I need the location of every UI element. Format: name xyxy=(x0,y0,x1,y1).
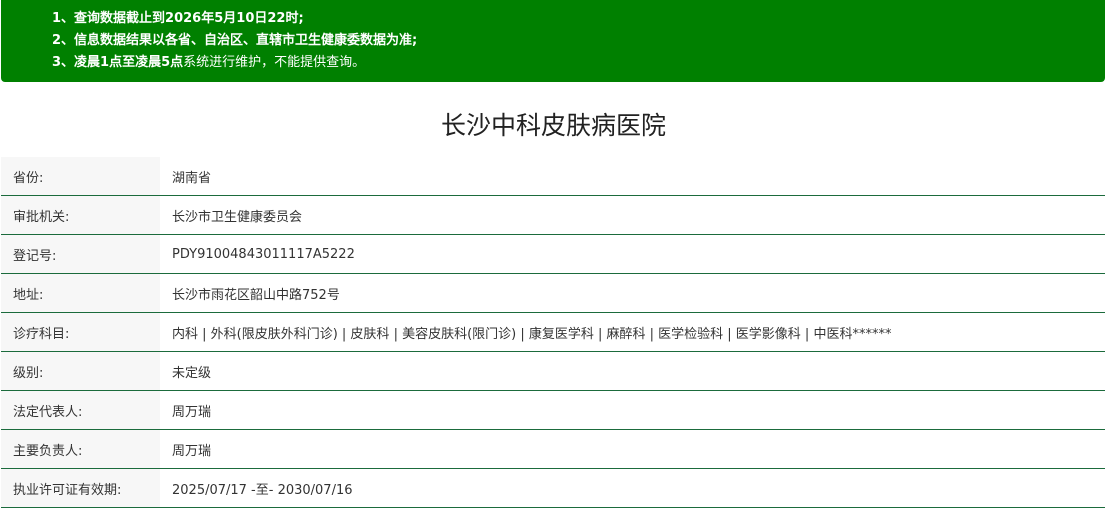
field-label-departments: 诊疗科目: xyxy=(1,312,160,352)
notice-line-3-bold-text: 凌晨1点至凌晨5点 xyxy=(74,55,184,70)
notice-line-1-number: 1、 xyxy=(52,11,75,26)
field-label-address: 地址: xyxy=(1,273,160,313)
table-row: 登记号: PDY91004843011117A5222 xyxy=(1,234,1105,274)
notice-line-2-number: 2、 xyxy=(52,33,75,48)
field-value-level: 未定级 xyxy=(160,351,1105,391)
table-row: 诊疗科目: 内科 | 外科(限皮肤外科门诊) | 皮肤科 | 美容皮肤科(限门诊… xyxy=(1,312,1105,352)
field-value-license-validity: 2025/07/17 -至- 2030/07/16 xyxy=(160,468,1105,508)
notice-line-3: 3、凌晨1点至凌晨5点系统进行维护，不能提供查询。 xyxy=(52,52,1105,74)
table-row: 法定代表人: 周万瑞 xyxy=(1,390,1105,430)
notice-banner: 1、查询数据截止到2026年5月10日22时; 2、信息数据结果以各省、自治区、… xyxy=(1,0,1105,82)
table-row: 执业许可证有效期: 2025/07/17 -至- 2030/07/16 xyxy=(1,468,1105,508)
field-value-legal-representative: 周万瑞 xyxy=(160,390,1105,430)
field-label-principal-person: 主要负责人: xyxy=(1,429,160,469)
notice-line-2: 2、信息数据结果以各省、自治区、直辖市卫生健康委数据为准; xyxy=(52,30,1105,52)
field-value-address: 长沙市雨花区韶山中路752号 xyxy=(160,273,1105,313)
field-value-approval-authority: 长沙市卫生健康委员会 xyxy=(160,195,1105,235)
page-title: 长沙中科皮肤病医院 xyxy=(440,111,666,140)
field-value-registration-number: PDY91004843011117A5222 xyxy=(160,234,1105,274)
notice-line-1: 1、查询数据截止到2026年5月10日22时; xyxy=(52,8,1105,30)
field-label-license-validity: 执业许可证有效期: xyxy=(1,468,160,508)
field-value-principal-person: 周万瑞 xyxy=(160,429,1105,469)
hospital-info-table: 省份: 湖南省 审批机关: 长沙市卫生健康委员会 登记号: PDY9100484… xyxy=(1,157,1105,508)
field-label-registration-number: 登记号: xyxy=(1,234,160,274)
table-row: 省份: 湖南省 xyxy=(1,157,1105,196)
field-value-province: 湖南省 xyxy=(160,157,1105,196)
notice-line-3-number: 3、 xyxy=(52,55,75,70)
field-value-departments: 内科 | 外科(限皮肤外科门诊) | 皮肤科 | 美容皮肤科(限门诊) | 康复… xyxy=(160,312,1105,352)
table-row: 地址: 长沙市雨花区韶山中路752号 xyxy=(1,273,1105,313)
field-label-province: 省份: xyxy=(1,157,160,196)
table-row: 审批机关: 长沙市卫生健康委员会 xyxy=(1,195,1105,235)
notice-line-2-text: 信息数据结果以各省、自治区、直辖市卫生健康委数据为准; xyxy=(74,33,418,48)
notice-line-1-text: 查询数据截止到2026年5月10日22时; xyxy=(74,11,304,26)
notice-line-3-text: 系统进行维护，不能提供查询。 xyxy=(183,55,366,70)
field-label-legal-representative: 法定代表人: xyxy=(1,390,160,430)
table-row: 级别: 未定级 xyxy=(1,351,1105,391)
field-label-approval-authority: 审批机关: xyxy=(1,195,160,235)
field-label-level: 级别: xyxy=(1,351,160,391)
table-row: 主要负责人: 周万瑞 xyxy=(1,429,1105,469)
